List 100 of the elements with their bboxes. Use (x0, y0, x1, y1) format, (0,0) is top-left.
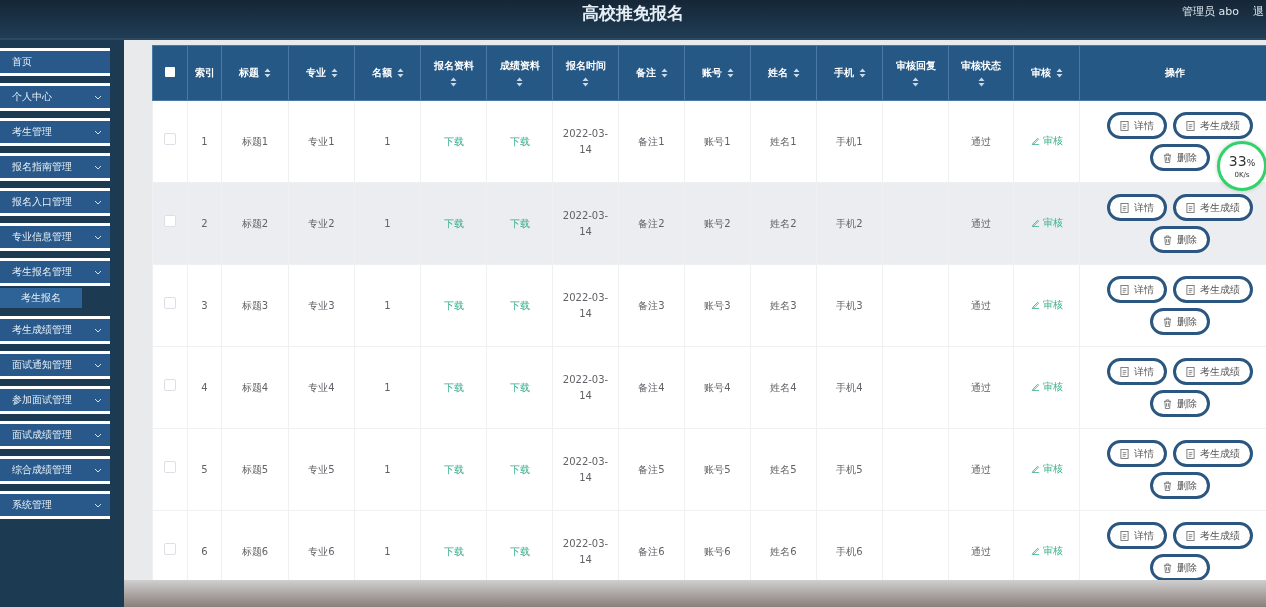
action-button[interactable]: 删除 (1150, 308, 1210, 335)
chevron-icon (94, 432, 102, 438)
pencil-icon (1030, 218, 1040, 228)
table-row[interactable]: 5 标题5 专业5 1 下载 下载 2022-03-14 备注5 账号5 姓名5 手机5 通过 审核 详情 考生成绩 删除 (152, 428, 1266, 511)
menu-item[interactable]: 参加面试管理 (0, 386, 110, 414)
column-header[interactable]: 标题 (221, 45, 289, 101)
table-cell: 姓名5 (770, 463, 797, 475)
sort-icon[interactable] (396, 68, 404, 78)
table-cell: 账号3 (704, 299, 731, 311)
action-button[interactable]: 删除 (1150, 390, 1210, 417)
column-header[interactable]: 成绩资料 (486, 45, 553, 101)
menu-item[interactable]: 面试成绩管理 (0, 421, 110, 449)
action-button[interactable]: 详情 (1107, 276, 1167, 303)
document-icon (1120, 448, 1129, 459)
document-icon (1186, 530, 1195, 541)
sort-icon[interactable] (264, 68, 271, 78)
column-header[interactable]: 审核回复 (882, 45, 949, 101)
menu-item[interactable]: 考生成绩管理 (0, 316, 110, 344)
action-button[interactable]: 考生成绩 (1173, 112, 1253, 139)
table-cell: 2022-03-14 (562, 209, 609, 237)
user-name: 管理员 abo (1182, 4, 1239, 19)
menu-item[interactable]: 面试通知管理 (0, 351, 110, 379)
action-button[interactable]: 考生成绩 (1173, 276, 1253, 303)
sort-icon[interactable] (1055, 68, 1063, 78)
table-cell: 专业4 (308, 381, 335, 393)
table-cell: 通过 (971, 217, 991, 229)
sort-icon[interactable] (858, 68, 866, 78)
menu-item[interactable]: 考生管理 (0, 118, 110, 146)
column-header[interactable]: 账号 (684, 45, 751, 101)
action-button[interactable]: 详情 (1107, 440, 1167, 467)
menu-item[interactable]: 首页 (0, 48, 110, 76)
table-cell: 手机6 (836, 545, 863, 557)
action-button[interactable]: 详情 (1107, 358, 1167, 385)
row-checkbox[interactable] (164, 297, 176, 309)
pencil-icon (1030, 300, 1040, 310)
select-all-checkbox[interactable] (165, 67, 175, 77)
table-cell: 账号6 (704, 545, 731, 557)
sort-icon[interactable] (726, 68, 734, 78)
menu-item[interactable]: 综合成绩管理 (0, 456, 110, 484)
sort-icon[interactable] (582, 77, 589, 87)
row-checkbox[interactable] (164, 543, 176, 555)
trash-icon (1163, 152, 1172, 163)
column-header[interactable]: 姓名 (750, 45, 817, 101)
sort-icon[interactable] (912, 77, 919, 87)
menu-item[interactable]: 个人中心 (0, 83, 110, 111)
document-icon (1120, 202, 1129, 213)
chevron-icon (94, 467, 102, 473)
document-icon (1120, 530, 1129, 541)
action-button[interactable]: 删除 (1150, 226, 1210, 253)
column-header[interactable]: 审核状态 (948, 45, 1014, 101)
action-button[interactable]: 详情 (1107, 112, 1167, 139)
logout-link[interactable]: 退 (1253, 4, 1264, 19)
column-header[interactable]: 专业 (288, 45, 355, 101)
document-icon (1120, 284, 1129, 295)
row-checkbox[interactable] (164, 133, 176, 145)
pencil-icon (1030, 464, 1040, 474)
sort-icon[interactable] (660, 68, 668, 78)
table-cell: 2022-03-14 (562, 537, 609, 565)
action-button[interactable]: 详情 (1107, 522, 1167, 549)
action-button[interactable]: 考生成绩 (1173, 358, 1253, 385)
sort-icon[interactable] (516, 77, 523, 87)
table-cell: 姓名1 (770, 135, 797, 147)
sort-icon[interactable] (450, 77, 457, 87)
sort-icon[interactable] (977, 77, 985, 87)
table-row[interactable]: 2 标题2 专业2 1 下载 下载 2022-03-14 备注2 账号2 姓名2 手机2 通过 审核 详情 考生成绩 删除 (152, 182, 1266, 265)
submenu-item[interactable]: 考生报名 (0, 288, 82, 308)
action-button[interactable]: 考生成绩 (1173, 522, 1253, 549)
table-cell: 1 (384, 545, 391, 557)
action-button[interactable]: 删除 (1150, 472, 1210, 499)
column-header[interactable]: 索引 (187, 45, 222, 101)
menu-item[interactable]: 专业信息管理 (0, 223, 110, 251)
column-header[interactable]: 手机 (816, 45, 883, 101)
column-header[interactable]: 报名时间 (552, 45, 619, 101)
sort-icon[interactable] (330, 68, 338, 78)
action-button[interactable]: 详情 (1107, 194, 1167, 221)
menu-item[interactable]: 报名指南管理 (0, 153, 110, 181)
row-checkbox[interactable] (164, 461, 176, 473)
table-cell: 4 (201, 381, 208, 393)
table-row[interactable]: 3 标题3 专业3 1 下载 下载 2022-03-14 备注3 账号3 姓名3 手机3 通过 审核 详情 考生成绩 删除 (152, 264, 1266, 347)
action-button[interactable]: 考生成绩 (1173, 440, 1253, 467)
menu-item[interactable]: 系统管理 (0, 491, 110, 519)
action-button[interactable]: 删除 (1150, 554, 1210, 580)
row-checkbox[interactable] (164, 379, 176, 391)
sort-icon[interactable] (792, 68, 800, 78)
column-header[interactable]: 审核 (1013, 45, 1080, 101)
chevron-icon (94, 362, 102, 368)
action-button[interactable]: 删除 (1150, 144, 1210, 171)
table-cell: 标题3 (241, 299, 269, 311)
table-cell: 标题6 (241, 545, 269, 557)
table-row[interactable]: 4 标题4 专业4 1 下载 下载 2022-03-14 备注4 账号4 姓名4 手机4 通过 审核 详情 考生成绩 删除 (152, 346, 1266, 429)
menu-item[interactable]: 考生报名管理 (0, 258, 110, 286)
action-button[interactable]: 考生成绩 (1173, 194, 1253, 221)
column-header[interactable]: 名额 (354, 45, 421, 101)
column-header[interactable]: 备注 (618, 45, 685, 101)
table-cell: 姓名3 (770, 299, 797, 311)
row-checkbox[interactable] (164, 215, 176, 227)
menu-item[interactable]: 报名入口管理 (0, 188, 110, 216)
table-cell: 备注1 (638, 135, 665, 147)
table-cell: 2022-03-14 (562, 373, 609, 401)
column-header[interactable]: 报名资料 (420, 45, 487, 101)
